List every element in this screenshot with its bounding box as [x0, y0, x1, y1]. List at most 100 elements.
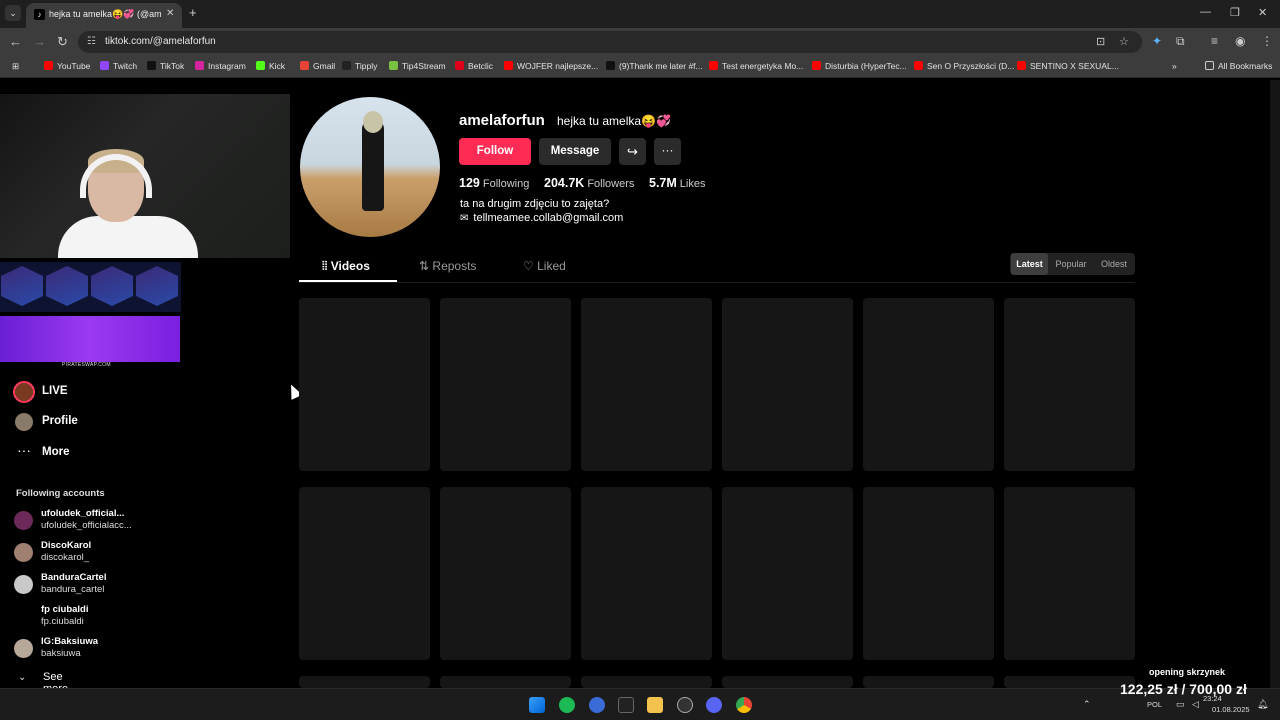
video-thumbnail-placeholder[interactable] — [863, 487, 994, 660]
tab-reposts[interactable]: ⇅ Reposts — [419, 259, 476, 273]
bookmark-item[interactable]: SENTINO X SEXUAL... — [1017, 61, 1119, 71]
video-thumbnail-placeholder[interactable] — [863, 298, 994, 471]
bookmark-item[interactable]: WOJFER najlepsze... — [504, 61, 598, 71]
back-icon[interactable]: ← — [9, 34, 22, 49]
chrome-menu-icon[interactable]: ⋮ — [1261, 34, 1273, 48]
message-button[interactable]: Message — [539, 138, 611, 165]
video-thumbnail-placeholder[interactable] — [722, 487, 853, 660]
bookmark-favicon-icon — [709, 61, 718, 70]
bookmark-label: Tipply — [355, 61, 378, 71]
stat-label: Followers — [587, 178, 635, 190]
bookmark-item[interactable]: Twitch — [100, 61, 137, 71]
extensions-puzzle-icon[interactable]: ⧉ — [1176, 34, 1185, 49]
volume-icon[interactable]: ◁ — [1192, 699, 1199, 710]
bookmark-item[interactable]: TikTok — [147, 61, 184, 71]
profile-avatar-icon — [15, 413, 33, 431]
video-thumbnail-placeholder[interactable] — [863, 676, 994, 688]
case-icon — [136, 266, 178, 306]
bookmark-item[interactable]: Kick — [256, 61, 285, 71]
video-thumbnail-placeholder[interactable] — [299, 487, 430, 660]
follow-button[interactable]: Follow — [459, 138, 531, 165]
video-thumbnail-placeholder[interactable] — [440, 298, 571, 471]
bookmark-item[interactable]: Sen O Przyszłości (D... — [914, 61, 1014, 71]
share-icon[interactable]: ↪ — [619, 138, 646, 165]
chrome-icon[interactable] — [736, 697, 752, 713]
sort-popular-button[interactable]: Popular — [1051, 253, 1091, 275]
case-icon — [46, 266, 88, 306]
notification-bell-icon[interactable]: 🔔︎ — [1257, 699, 1268, 710]
video-thumbnail-placeholder[interactable] — [440, 487, 571, 660]
profile-avatar[interactable] — [300, 97, 440, 237]
spotify-icon[interactable] — [559, 697, 575, 713]
bookmark-item[interactable]: YouTube — [44, 61, 90, 71]
bookmark-item[interactable]: (9)Thank me later #f... — [606, 61, 703, 71]
tab-liked[interactable]: ♡ Liked — [523, 259, 566, 273]
video-thumbnail-placeholder[interactable] — [581, 487, 712, 660]
bookmark-item[interactable]: Tipply — [342, 61, 377, 71]
sort-toggle: Latest Popular Oldest — [1010, 253, 1135, 275]
account-icon[interactable]: ◉ — [1235, 34, 1245, 48]
bookmark-favicon-icon — [147, 61, 156, 70]
new-tab-icon[interactable]: + — [189, 5, 197, 20]
video-thumbnail-placeholder[interactable] — [1004, 676, 1135, 688]
all-bookmarks[interactable]: All Bookmarks — [1205, 61, 1272, 71]
promo-banner — [0, 316, 180, 362]
case-icon — [1, 266, 43, 306]
tab-label: Liked — [537, 259, 566, 273]
video-thumbnail-placeholder[interactable] — [1004, 487, 1135, 660]
apps-grid-icon[interactable]: ⊞ — [12, 61, 19, 72]
account-name: DiscoKarol — [41, 540, 92, 551]
minimize-icon[interactable]: — — [1200, 6, 1211, 18]
sort-latest-button[interactable]: Latest — [1011, 253, 1048, 275]
install-app-icon[interactable]: ⊡ — [1096, 35, 1105, 48]
sort-oldest-button[interactable]: Oldest — [1094, 253, 1134, 275]
tray-overflow-icon[interactable]: ⌃ — [1083, 699, 1091, 710]
bookmark-item[interactable]: Disturbia (HyperTec... — [812, 61, 907, 71]
site-info-icon[interactable]: ☷ — [87, 36, 96, 47]
app-icon[interactable] — [589, 697, 605, 713]
address-bar[interactable]: ☷ tiktok.com/@amelaforfun ⊡ ☆ — [78, 31, 1142, 53]
active-tab[interactable]: ♪ hejka tu amelka😝💞 (@amelaforfun) ✕ — [26, 3, 182, 28]
bookmark-item[interactable]: Test energetyka Mo... — [709, 61, 803, 71]
more-options-icon[interactable]: ··· — [654, 138, 681, 165]
bookmarks-overflow-icon[interactable]: » — [1172, 61, 1177, 71]
video-thumbnail-placeholder[interactable] — [722, 298, 853, 471]
reload-icon[interactable]: ↻ — [57, 34, 68, 50]
file-explorer-icon[interactable] — [647, 697, 663, 713]
account-handle: bandura_cartel — [41, 584, 105, 595]
tab-close-icon[interactable]: ✕ — [166, 8, 174, 19]
video-thumbnail-placeholder[interactable] — [1004, 298, 1135, 471]
video-thumbnail-placeholder[interactable] — [299, 676, 430, 688]
language-indicator[interactable]: POL — [1147, 700, 1162, 709]
tab-videos[interactable]: ⦙⦙ Videos — [322, 259, 370, 274]
bookmark-item[interactable]: Tip4Stream — [389, 61, 446, 71]
tab-search-icon[interactable]: ⌄ — [5, 5, 21, 21]
network-icon[interactable]: ▭ — [1176, 699, 1185, 710]
discord-icon[interactable] — [706, 697, 722, 713]
forward-icon[interactable]: → — [33, 34, 46, 49]
stat-following[interactable]: 129 Following — [459, 174, 529, 192]
url-text[interactable]: tiktok.com/@amelaforfun — [105, 36, 216, 47]
bookmark-item[interactable]: Instagram — [195, 61, 246, 71]
media-control-icon[interactable]: ≡ — [1211, 34, 1218, 48]
bookmark-label: Kick — [269, 61, 286, 71]
window-close-icon[interactable]: ✕ — [1258, 6, 1267, 19]
restore-icon[interactable]: ❐ — [1230, 6, 1240, 19]
video-thumbnail-placeholder[interactable] — [581, 676, 712, 688]
folder-icon — [1205, 61, 1214, 70]
bookmark-item[interactable]: Betclic — [455, 61, 493, 71]
video-thumbnail-placeholder[interactable] — [581, 298, 712, 471]
epic-games-icon[interactable] — [618, 697, 634, 713]
start-menu-icon[interactable] — [529, 697, 545, 713]
extension-icon[interactable]: ✦ — [1152, 34, 1162, 48]
bookmark-item[interactable]: Gmail — [300, 61, 335, 71]
obs-icon[interactable] — [677, 697, 693, 713]
stat-followers[interactable]: 204.7K Followers — [544, 174, 634, 192]
video-thumbnail-placeholder[interactable] — [722, 676, 853, 688]
bookmark-favicon-icon — [504, 61, 513, 70]
video-thumbnail-placeholder[interactable] — [299, 298, 430, 471]
video-thumbnail-placeholder[interactable] — [440, 676, 571, 688]
bookmark-star-icon[interactable]: ☆ — [1119, 35, 1129, 48]
clock-date[interactable]: 01.08.2025 — [1212, 705, 1250, 714]
page-scrollbar[interactable] — [1270, 80, 1280, 688]
